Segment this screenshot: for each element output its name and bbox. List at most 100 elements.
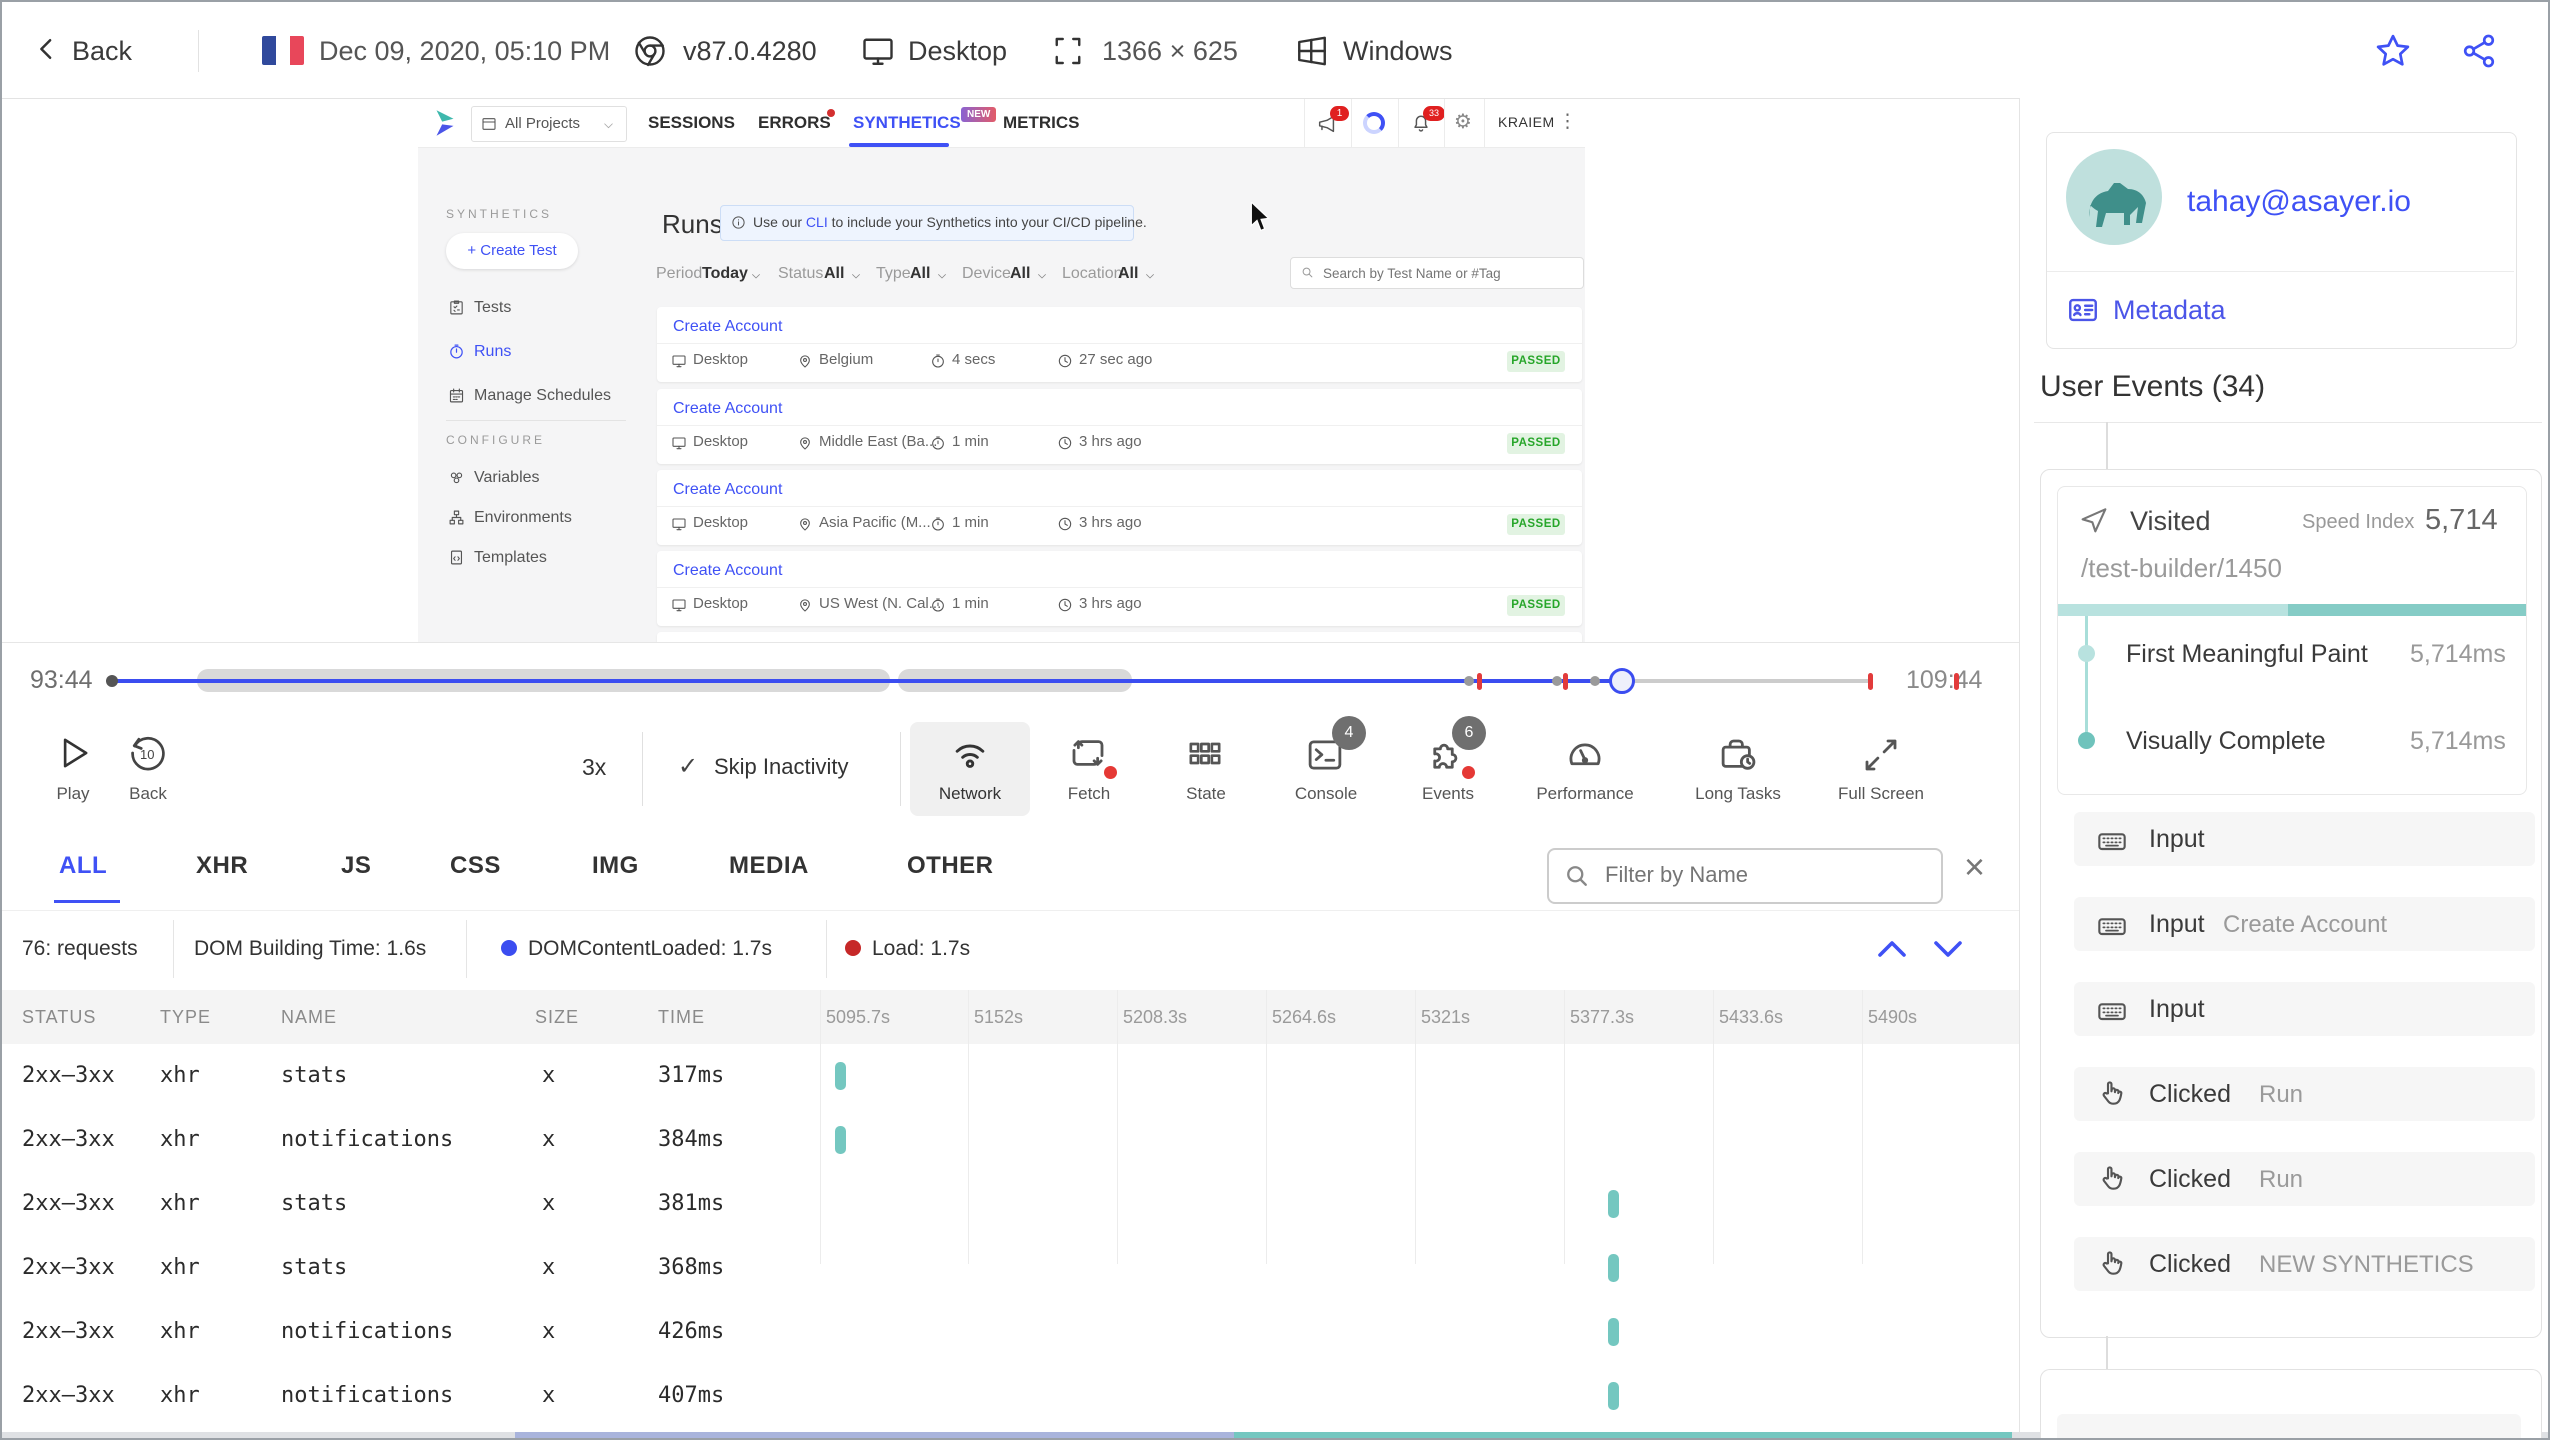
- app-tab-metrics[interactable]: METRICS: [1003, 113, 1080, 133]
- app-tab-sessions[interactable]: SESSIONS: [648, 113, 735, 133]
- network-row[interactable]: 2xx–3xx xhr stats x 381ms: [2, 1172, 2019, 1236]
- network-row[interactable]: 2xx–3xx xhr stats x 368ms: [2, 1236, 2019, 1300]
- run-title-link[interactable]: Create Account: [673, 318, 782, 336]
- performance-icon[interactable]: [1564, 734, 1606, 776]
- vc-dot: [2078, 732, 2095, 749]
- user-menu[interactable]: KRAIEM: [1498, 114, 1555, 130]
- fetch-icon[interactable]: [1067, 732, 1109, 774]
- run-title-link[interactable]: Create Account: [673, 562, 782, 580]
- run-duration: 4 secs: [952, 351, 996, 368]
- event-row-input[interactable]: Input: [2074, 982, 2535, 1036]
- error-marker[interactable]: [1563, 673, 1568, 690]
- run-title-link[interactable]: Create Account: [673, 400, 782, 418]
- play-icon[interactable]: [52, 732, 94, 774]
- filter-period-value[interactable]: Today: [702, 265, 748, 283]
- col-size: SIZE: [535, 1007, 580, 1027]
- event-type: Input: [2149, 995, 2205, 1023]
- network-tab-all[interactable]: ALL: [59, 852, 107, 880]
- event-dot[interactable]: [1464, 676, 1474, 686]
- current-time: 93:44: [30, 666, 93, 694]
- requests-count: 76: requests: [22, 937, 138, 960]
- event-row-clicked[interactable]: Clicked Run: [2074, 1152, 2535, 1206]
- chevron-down-icon: [938, 274, 946, 279]
- session-datetime: Dec 09, 2020, 05:10 PM: [319, 36, 611, 66]
- run-card[interactable]: Create Account Desktop Middle East (Ba..…: [657, 389, 1582, 464]
- network-tab-media[interactable]: MEDIA: [729, 852, 809, 880]
- filter-status-value[interactable]: All: [824, 265, 844, 283]
- timeline-progress[interactable]: [112, 679, 1622, 683]
- search-icon: [1302, 267, 1313, 278]
- network-row[interactable]: 2xx–3xx xhr notifications x 407ms: [2, 1364, 2019, 1428]
- long-tasks-icon[interactable]: [1717, 734, 1759, 776]
- network-tab-js[interactable]: JS: [341, 852, 371, 880]
- network-tab-img[interactable]: IMG: [592, 852, 639, 880]
- state-icon[interactable]: [1185, 734, 1225, 774]
- load-dot: [845, 940, 861, 956]
- back-button[interactable]: Back: [72, 36, 132, 67]
- event-detail: NEW SYNTHETICS: [2259, 1251, 2474, 1278]
- jump-up-icon[interactable]: [1874, 936, 1910, 962]
- timeline-track-remaining[interactable]: [1622, 679, 1870, 683]
- share-icon[interactable]: [2460, 32, 2498, 70]
- vc-value: 5,714ms: [2410, 727, 2506, 755]
- favorite-star-icon[interactable]: [2374, 32, 2412, 70]
- event-row-clicked[interactable]: Clicked NEW SYNTHETICS: [2074, 1237, 2535, 1291]
- network-row[interactable]: 2xx–3xx xhr notifications x 384ms: [2, 1108, 2019, 1172]
- app-logo-icon: [436, 110, 454, 136]
- run-card[interactable]: Create Account Desktop US West (N. Cal..…: [657, 551, 1582, 626]
- user-email-link[interactable]: tahay@asayer.io: [2187, 185, 2411, 219]
- network-tab-css[interactable]: CSS: [450, 852, 501, 880]
- filter-by-name-input[interactable]: [1603, 858, 1927, 892]
- app-tab-errors[interactable]: ERRORS: [758, 113, 831, 133]
- runs-search-input[interactable]: [1321, 261, 1575, 285]
- event-dot[interactable]: [1552, 676, 1562, 686]
- playhead[interactable]: [1609, 668, 1635, 694]
- banner-text-post: to include your Synthetics into your CI/…: [827, 214, 1147, 230]
- metadata-button[interactable]: Metadata: [2113, 295, 2226, 326]
- skip-back-seconds: 10: [140, 747, 155, 762]
- filter-location-value[interactable]: All: [1118, 265, 1138, 283]
- run-location: Asia Pacific (M...: [819, 514, 931, 531]
- event-dot[interactable]: [1590, 676, 1600, 686]
- network-row[interactable]: 2xx–3xx xhr notifications x 426ms: [2, 1300, 2019, 1364]
- error-marker[interactable]: [1477, 673, 1482, 690]
- col-status: STATUS: [22, 1007, 97, 1027]
- run-title-link[interactable]: Create Account: [673, 481, 782, 499]
- runs-search-box[interactable]: [1290, 257, 1584, 289]
- run-ago: 27 sec ago: [1079, 351, 1153, 368]
- error-marker[interactable]: [1954, 673, 1959, 690]
- run-card[interactable]: Create Account Desktop Belgium 4 secs 27…: [657, 307, 1582, 382]
- run-card[interactable]: Create Account Desktop Asia Pacific (M..…: [657, 470, 1582, 545]
- filter-type-value[interactable]: All: [910, 265, 930, 283]
- network-tab-other[interactable]: OTHER: [907, 852, 994, 880]
- project-selector[interactable]: All Projects: [471, 106, 627, 142]
- network-tab-xhr[interactable]: XHR: [196, 852, 248, 880]
- network-panel: ALL XHR JS CSS IMG MEDIA OTHER × 76: req…: [2, 824, 2019, 1438]
- cli-link[interactable]: CLI: [806, 214, 828, 230]
- filter-box[interactable]: [1547, 848, 1943, 904]
- network-icon[interactable]: [948, 732, 992, 776]
- chevron-down-icon: [1146, 274, 1154, 279]
- row-size: x: [542, 1191, 556, 1216]
- event-row-input[interactable]: Input Create Account: [2074, 897, 2535, 951]
- jump-down-icon[interactable]: [1930, 936, 1966, 962]
- kebab-menu-icon[interactable]: ⋮: [1558, 110, 1577, 132]
- row-type: xhr: [160, 1383, 200, 1408]
- gear-icon[interactable]: ⚙: [1454, 109, 1472, 133]
- run-location: US West (N. Cal...: [819, 595, 942, 612]
- app-tab-synthetics[interactable]: SYNTHETICS: [853, 113, 961, 133]
- run-card[interactable]: Create Account Desktop Canada (Central) …: [657, 632, 1582, 642]
- event-row-clicked[interactable]: Clicked Run: [2074, 1067, 2535, 1121]
- close-panel-icon[interactable]: ×: [1964, 846, 1985, 888]
- error-marker[interactable]: [1868, 673, 1873, 690]
- chevron-left-icon[interactable]: [32, 34, 62, 64]
- row-name: stats: [281, 1191, 348, 1216]
- filter-device-value[interactable]: All: [1010, 265, 1030, 283]
- visited-card[interactable]: Visited Speed Index 5,714 /test-builder/…: [2057, 486, 2527, 795]
- clock-icon: [1058, 598, 1072, 612]
- network-row[interactable]: 2xx–3xx xhr stats x 317ms: [2, 1044, 2019, 1108]
- full-screen-icon[interactable]: [1860, 734, 1902, 776]
- skip-inactivity-toggle[interactable]: Skip Inactivity: [714, 754, 849, 780]
- playback-speed-button[interactable]: 3x: [582, 754, 606, 781]
- event-row-input[interactable]: Input: [2074, 812, 2535, 866]
